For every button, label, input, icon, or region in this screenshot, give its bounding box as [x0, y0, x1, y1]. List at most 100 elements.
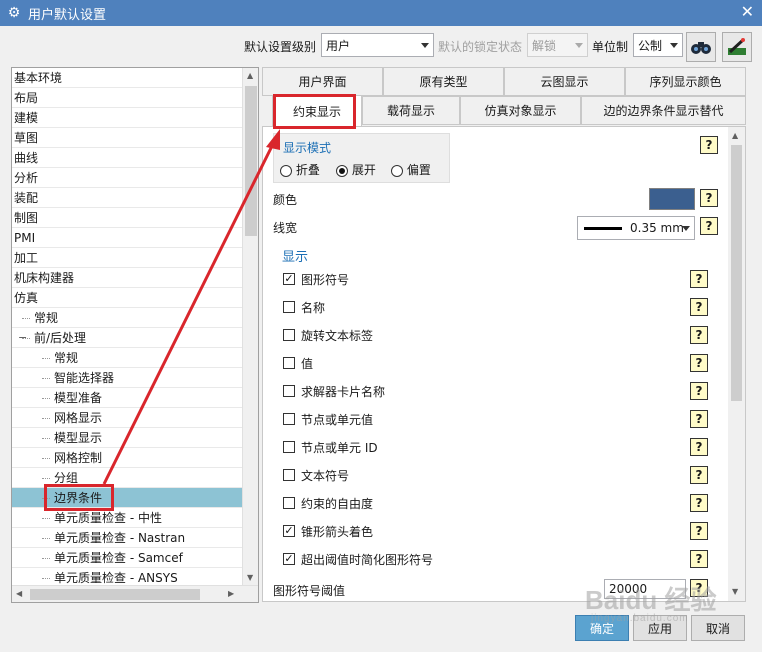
threshold-input[interactable]: 20000 [604, 579, 686, 599]
tree-item-label: 智能选择器 [54, 371, 115, 385]
mode-fold-radio[interactable]: 折叠 [280, 161, 320, 178]
settings-level-row: 默认设置级别 用户 默认的锁定状态 解锁 单位制 公制 [0, 32, 762, 62]
option-checkbox[interactable]: ✓ [283, 553, 295, 565]
help-icon[interactable]: ? [690, 382, 708, 400]
tree-item-label: 单元质量检查 - 中性 [54, 511, 162, 525]
scroll-right-icon[interactable]: ▶ [228, 589, 234, 599]
level-dropdown[interactable]: 用户 [321, 33, 434, 57]
option-checkbox[interactable] [283, 497, 295, 509]
tree-item[interactable]: 常规 [12, 308, 242, 328]
help-icon[interactable]: ? [690, 410, 708, 428]
help-icon[interactable]: ? [690, 550, 708, 568]
option-checkbox[interactable]: ✓ [283, 525, 295, 537]
help-icon[interactable]: ? [690, 494, 708, 512]
option-checkbox[interactable] [283, 385, 295, 397]
tab-load-display[interactable]: 载荷显示 [362, 96, 460, 125]
tree-item[interactable]: 单元质量检查 - Nastran [12, 528, 242, 548]
tab-legacy-type[interactable]: 原有类型 [383, 67, 504, 96]
find-button[interactable] [686, 32, 716, 62]
color-swatch[interactable] [649, 188, 695, 210]
tree-item[interactable]: 曲线 [12, 148, 242, 168]
tree-hscroll-thumb[interactable] [30, 589, 200, 600]
tree-item[interactable]: 分析 [12, 168, 242, 188]
help-icon[interactable]: ? [700, 136, 718, 154]
constraint-display-panel: 显示模式 折叠 展开 偏置 ? 颜色 ? 线宽 0.35 mm ? 显示 ✓ 图形… [262, 126, 746, 602]
radio-fold[interactable] [280, 164, 292, 177]
tree-item-label: 制图 [14, 211, 39, 225]
tree-item[interactable]: 分组 [12, 468, 242, 488]
tab-contour-display[interactable]: 云图显示 [504, 67, 625, 96]
tree-item[interactable]: 建模 [12, 108, 242, 128]
close-icon[interactable]: ✕ [741, 3, 754, 21]
option-checkbox[interactable] [283, 329, 295, 341]
tree-item[interactable]: 模型准备 [12, 388, 242, 408]
scroll-down-icon[interactable]: ▼ [247, 573, 253, 583]
tree-scroll-thumb[interactable] [245, 86, 257, 236]
tree-item[interactable]: 模型显示 [12, 428, 242, 448]
tab-sequence-colors[interactable]: 序列显示颜色 [625, 67, 746, 96]
scroll-up-icon[interactable]: ▲ [732, 131, 738, 141]
tree-item[interactable]: 智能选择器 [12, 368, 242, 388]
help-icon[interactable]: ? [690, 298, 708, 316]
help-icon[interactable]: ? [690, 522, 708, 540]
tree-guide-line [42, 518, 50, 519]
tree-item[interactable]: 机床构建器 [12, 268, 242, 288]
option-checkbox[interactable] [283, 357, 295, 369]
tree-item[interactable]: 网格显示 [12, 408, 242, 428]
apply-button[interactable]: 应用 [633, 615, 687, 641]
tree-item[interactable]: 基本环境 [12, 68, 242, 88]
tree-item[interactable]: 边界条件 [12, 488, 242, 508]
option-checkbox[interactable] [283, 301, 295, 313]
tree-guide-line [42, 498, 50, 499]
panel-vertical-scrollbar[interactable]: ▲ ▼ [728, 127, 745, 601]
tree-item-label: 常规 [34, 311, 59, 325]
help-icon[interactable]: ? [690, 270, 708, 288]
option-checkbox[interactable] [283, 469, 295, 481]
cancel-button[interactable]: 取消 [691, 615, 745, 641]
tree-item[interactable]: 常规 [12, 348, 242, 368]
tree-vertical-scrollbar[interactable]: ▲ ▼ [242, 68, 258, 586]
tab-edge-bc-display[interactable]: 边的边界条件显示替代 [581, 96, 746, 125]
unit-dropdown[interactable]: 公制 [633, 33, 683, 57]
tree-item[interactable]: 制图 [12, 208, 242, 228]
tree-item[interactable]: PMI [12, 228, 242, 248]
option-checkbox[interactable] [283, 441, 295, 453]
tree-item[interactable]: 单元质量检查 - Samcef [12, 548, 242, 568]
tree-horizontal-scrollbar[interactable]: ◀ ▶ [12, 585, 258, 602]
tree-item[interactable]: 装配 [12, 188, 242, 208]
help-icon[interactable]: ? [690, 438, 708, 456]
help-icon[interactable]: ? [700, 189, 718, 207]
tab-sim-object-display[interactable]: 仿真对象显示 [460, 96, 581, 125]
manage-button[interactable] [722, 32, 752, 62]
mode-fold-label: 折叠 [295, 163, 320, 177]
tree-item[interactable]: − 前/后处理 [12, 328, 242, 348]
collapse-icon[interactable]: − [18, 328, 27, 348]
help-icon[interactable]: ? [690, 466, 708, 484]
linewidth-dropdown[interactable]: 0.35 mm [577, 216, 695, 240]
tree-item[interactable]: 草图 [12, 128, 242, 148]
tree-guide-line [42, 478, 50, 479]
help-icon[interactable]: ? [690, 354, 708, 372]
tab-user-interface[interactable]: 用户界面 [262, 67, 383, 96]
help-icon[interactable]: ? [690, 326, 708, 344]
scroll-down-icon[interactable]: ▼ [732, 587, 738, 597]
scroll-up-icon[interactable]: ▲ [247, 71, 253, 81]
help-icon[interactable]: ? [700, 217, 718, 235]
radio-expand[interactable] [336, 164, 348, 177]
scroll-left-icon[interactable]: ◀ [16, 589, 22, 599]
mode-expand-radio[interactable]: 展开 [336, 161, 376, 178]
help-icon[interactable]: ? [690, 579, 708, 597]
tree-item[interactable]: 加工 [12, 248, 242, 268]
tree-item[interactable]: 布局 [12, 88, 242, 108]
tree-item[interactable]: 网格控制 [12, 448, 242, 468]
tab-constraint-display[interactable]: 约束显示 [272, 95, 362, 127]
radio-offset[interactable] [391, 164, 403, 177]
mode-offset-radio[interactable]: 偏置 [391, 161, 431, 178]
option-checkbox[interactable] [283, 413, 295, 425]
option-checkbox[interactable]: ✓ [283, 273, 295, 285]
tree-item[interactable]: 单元质量检查 - 中性 [12, 508, 242, 528]
settings-tree[interactable]: 基本环境 布局 建模 草图 曲线 分析 装配 制图 PMI 加工 机床构建器 仿真 常规 − 前/后处理 常规… [11, 67, 259, 603]
tree-item[interactable]: 仿真 [12, 288, 242, 308]
ok-button[interactable]: 确定 [575, 615, 629, 641]
panel-scroll-thumb[interactable] [731, 145, 742, 401]
